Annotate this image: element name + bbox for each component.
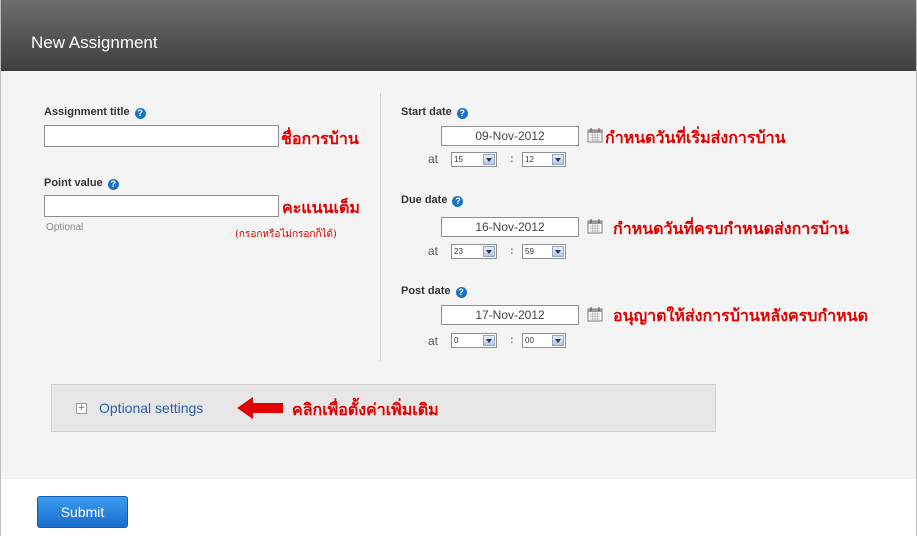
help-icon[interactable]: ? xyxy=(107,179,119,190)
annotation-title: ชื่อการบ้าน xyxy=(281,129,359,148)
optional-settings-link[interactable]: Optional settings xyxy=(99,400,203,416)
red-arrow-left-icon xyxy=(237,397,283,419)
post-date-input[interactable]: 17-Nov-2012 xyxy=(441,305,579,325)
annotation-start: กำหนดวันที่เริ่มส่งการบ้าน xyxy=(605,128,786,147)
point-value-label-text: Point value xyxy=(44,177,103,189)
due-at-label: at xyxy=(428,244,439,258)
help-icon[interactable]: ? xyxy=(452,196,464,207)
column-divider xyxy=(380,93,381,361)
point-value-label: Point value? xyxy=(44,177,119,190)
calendar-icon[interactable] xyxy=(587,306,603,322)
submit-button[interactable]: Submit xyxy=(37,496,128,528)
time-colon: : xyxy=(510,244,514,257)
due-date-label: Due date? xyxy=(401,194,464,207)
assignment-title-input[interactable] xyxy=(44,125,279,147)
start-date-input[interactable]: 09-Nov-2012 xyxy=(441,126,579,146)
due-minute-select[interactable]: 59 xyxy=(522,244,566,259)
due-minute-value: 59 xyxy=(525,247,534,256)
annotation-due: กำหนดวันที่ครบกำหนดส่งการบ้าน xyxy=(613,219,849,238)
help-icon[interactable]: ? xyxy=(456,108,468,119)
due-hour-value: 23 xyxy=(454,247,463,256)
help-icon[interactable]: ? xyxy=(455,287,467,298)
start-minute-select[interactable]: 12 xyxy=(522,152,566,167)
assignment-title-label-text: Assignment title xyxy=(44,106,130,118)
post-hour-value: 0 xyxy=(454,336,459,345)
point-value-input[interactable] xyxy=(44,195,279,217)
dialog-footer xyxy=(1,479,916,536)
post-at-label: at xyxy=(428,334,439,348)
start-hour-value: 15 xyxy=(454,155,463,164)
calendar-icon[interactable] xyxy=(587,218,603,234)
post-minute-value: 00 xyxy=(525,336,534,345)
dialog-body: Assignment title? ชื่อการบ้าน Point valu… xyxy=(1,71,916,479)
help-icon[interactable]: ? xyxy=(134,108,146,119)
start-minute-value: 12 xyxy=(525,155,534,164)
assignment-title-label: Assignment title? xyxy=(44,106,146,119)
due-date-label-text: Due date xyxy=(401,194,448,206)
chevron-down-icon xyxy=(552,335,564,346)
annotation-points-sub: (กรอกหรือไม่กรอกก็ได้) xyxy=(235,229,337,240)
expand-plus-icon[interactable]: + xyxy=(76,403,87,414)
dialog-title: New Assignment xyxy=(31,33,158,52)
optional-hint: Optional xyxy=(46,222,84,233)
new-assignment-dialog: New Assignment Assignment title? ชื่อการ… xyxy=(0,0,917,536)
time-colon: : xyxy=(510,333,514,346)
time-colon: : xyxy=(510,152,514,165)
start-date-label-text: Start date xyxy=(401,106,452,118)
start-date-label: Start date? xyxy=(401,106,468,119)
post-date-label: Post date? xyxy=(401,285,467,298)
chevron-down-icon xyxy=(483,335,495,346)
start-at-label: at xyxy=(428,152,439,166)
chevron-down-icon xyxy=(483,246,495,257)
chevron-down-icon xyxy=(552,246,564,257)
post-hour-select[interactable]: 0 xyxy=(451,333,497,348)
post-date-label-text: Post date xyxy=(401,285,451,297)
chevron-down-icon xyxy=(552,154,564,165)
due-date-input[interactable]: 16-Nov-2012 xyxy=(441,217,579,237)
annotation-post: อนุญาตให้ส่งการบ้านหลังครบกำหนด xyxy=(613,306,868,325)
post-minute-select[interactable]: 00 xyxy=(522,333,566,348)
calendar-icon[interactable] xyxy=(587,127,603,143)
chevron-down-icon xyxy=(483,154,495,165)
optional-settings-panel: + Optional settings คลิกเพื่อตั้งค่าเพิ่… xyxy=(51,384,716,432)
dialog-header: New Assignment xyxy=(1,0,916,71)
annotation-points: คะแนนเต็ม xyxy=(282,198,360,217)
start-hour-select[interactable]: 15 xyxy=(451,152,497,167)
due-hour-select[interactable]: 23 xyxy=(451,244,497,259)
annotation-optional: คลิกเพื่อตั้งค่าเพิ่มเติม xyxy=(292,400,439,419)
